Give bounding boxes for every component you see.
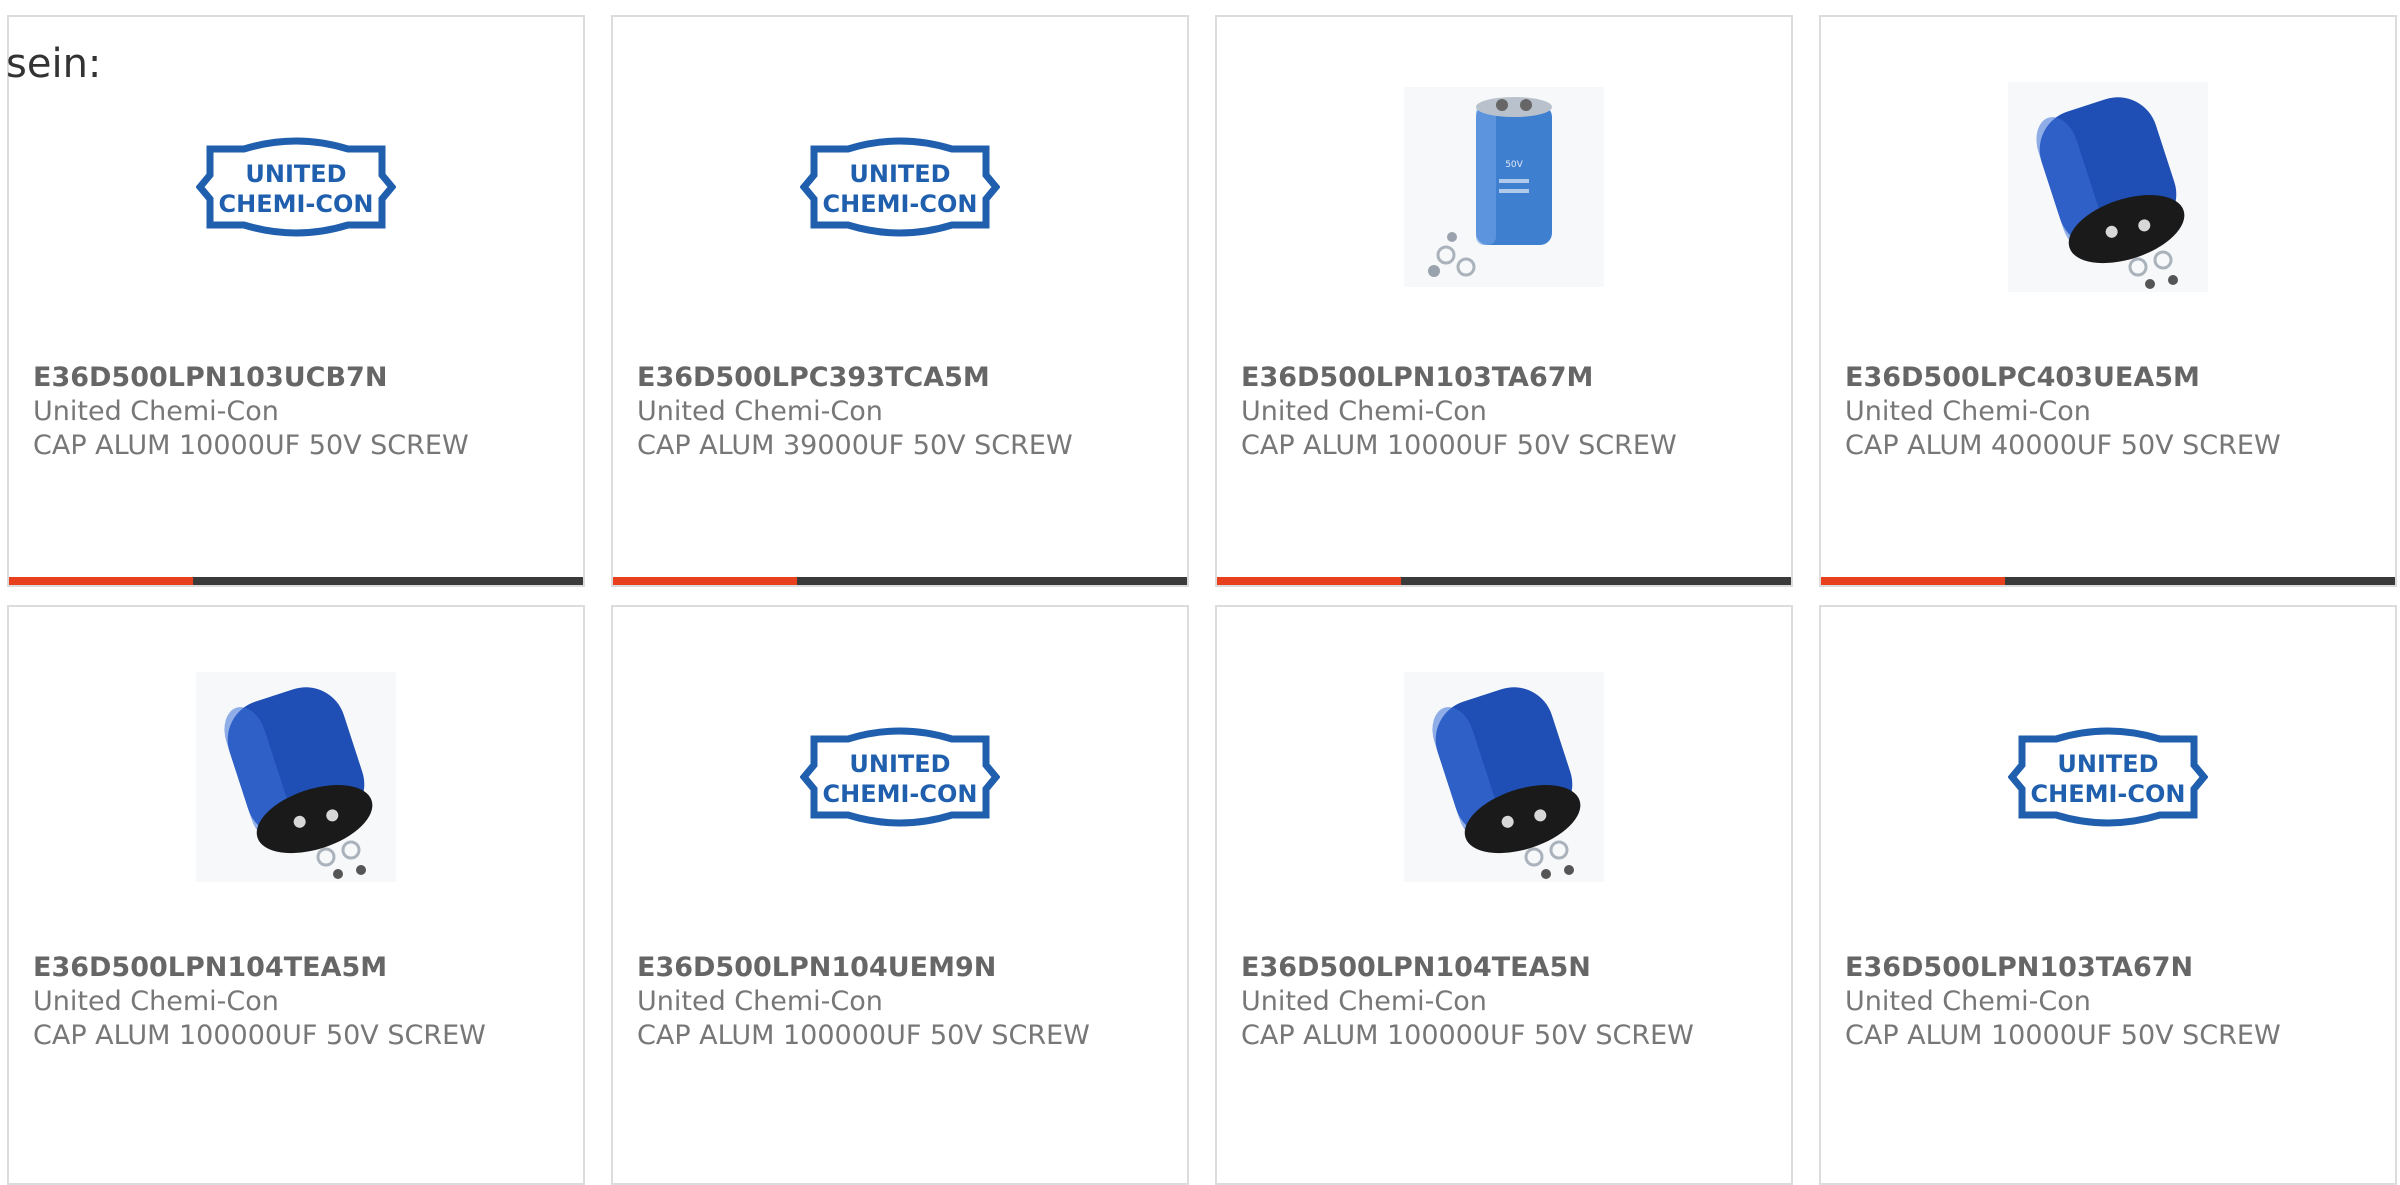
united-chemi-con-logo: UNITED CHEMI-CON [9,72,583,302]
product-card[interactable]: E36D500LPN104TEA5N United Chemi-Con CAP … [1215,605,1793,1185]
product-description: CAP ALUM 10000UF 50V SCREW [1845,1020,2281,1051]
manufacturer: United Chemi-Con [1845,986,2091,1017]
part-number-link[interactable]: E36D500LPN104UEM9N [637,951,1177,985]
logo-line2: CHEMI-CON [2031,780,2186,808]
manufacturer: United Chemi-Con [1241,986,1487,1017]
part-number-link[interactable]: E36D500LPN104TEA5M [33,951,573,985]
product-description: CAP ALUM 39000UF 50V SCREW [637,430,1073,461]
manufacturer: United Chemi-Con [33,396,279,427]
product-info: E36D500LPN103TA67M United Chemi-Con CAP … [1241,361,1781,463]
product-description: CAP ALUM 40000UF 50V SCREW [1845,430,2281,461]
product-info: E36D500LPN104TEA5N United Chemi-Con CAP … [1241,951,1781,1053]
part-number-link[interactable]: E36D500LPN103UCB7N [33,361,573,395]
manufacturer: United Chemi-Con [637,396,883,427]
product-info: E36D500LPC393TCA5M United Chemi-Con CAP … [637,361,1177,463]
card-progress-accent [1821,577,2005,585]
product-card[interactable]: UNITED CHEMI-CON E36D500LPN103TA67N Unit… [1819,605,2397,1185]
united-chemi-con-logo: UNITED CHEMI-CON [613,662,1187,892]
part-number-link[interactable]: E36D500LPN103TA67M [1241,361,1781,395]
product-card[interactable]: 50V E36D500LPN103TA67M United Chemi-Con … [1215,15,1793,587]
capacitor-tilted-photo [1217,662,1791,892]
product-info: E36D500LPN104TEA5M United Chemi-Con CAP … [33,951,573,1053]
product-card[interactable]: UNITED CHEMI-CON E36D500LPC393TCA5M Unit… [611,15,1189,587]
part-number-link[interactable]: E36D500LPC393TCA5M [637,361,1177,395]
manufacturer: United Chemi-Con [1845,396,2091,427]
part-number-link[interactable]: E36D500LPN103TA67N [1845,951,2385,985]
product-info: E36D500LPN104UEM9N United Chemi-Con CAP … [637,951,1177,1053]
capacitor-tilted-photo [9,662,583,892]
product-info: E36D500LPN103TA67N United Chemi-Con CAP … [1845,951,2385,1053]
part-number-link[interactable]: E36D500LPN104TEA5N [1241,951,1781,985]
product-card[interactable]: E36D500LPC403UEA5M United Chemi-Con CAP … [1819,15,2397,587]
card-progress-bar [613,577,1187,585]
product-info: E36D500LPC403UEA5M United Chemi-Con CAP … [1845,361,2385,463]
product-description: CAP ALUM 100000UF 50V SCREW [637,1020,1090,1051]
product-description: CAP ALUM 100000UF 50V SCREW [1241,1020,1694,1051]
united-chemi-con-logo: UNITED CHEMI-CON [1821,662,2395,892]
manufacturer: United Chemi-Con [1241,396,1487,427]
card-progress-bar [1217,577,1791,585]
svg-text:50V: 50V [1505,160,1523,170]
manufacturer: United Chemi-Con [33,986,279,1017]
product-description: CAP ALUM 100000UF 50V SCREW [33,1020,486,1051]
card-progress-accent [9,577,193,585]
card-progress-bar [1821,577,2395,585]
logo-line2: CHEMI-CON [823,190,978,218]
logo-line1: UNITED [245,160,346,188]
logo-line1: UNITED [849,160,950,188]
product-info: E36D500LPN103UCB7N United Chemi-Con CAP … [33,361,573,463]
capacitor-upright-photo: 50V [1217,72,1791,302]
product-description: CAP ALUM 10000UF 50V SCREW [1241,430,1677,461]
product-description: CAP ALUM 10000UF 50V SCREW [33,430,469,461]
capacitor-tilted-photo [1821,72,2395,302]
card-progress-accent [1217,577,1401,585]
logo-line1: UNITED [849,750,950,778]
logo-line1: UNITED [2057,750,2158,778]
card-progress-bar [9,577,583,585]
product-grid: UNITED CHEMI-CON E36D500LPN103UCB7N Unit… [0,0,2400,1185]
product-card[interactable]: UNITED CHEMI-CON E36D500LPN103UCB7N Unit… [7,15,585,587]
manufacturer: United Chemi-Con [637,986,883,1017]
product-card[interactable]: UNITED CHEMI-CON E36D500LPN104UEM9N Unit… [611,605,1189,1185]
part-number-link[interactable]: E36D500LPC403UEA5M [1845,361,2385,395]
united-chemi-con-logo: UNITED CHEMI-CON [613,72,1187,302]
product-card[interactable]: E36D500LPN104TEA5M United Chemi-Con CAP … [7,605,585,1185]
logo-line2: CHEMI-CON [219,190,374,218]
logo-line2: CHEMI-CON [823,780,978,808]
intro-text: sein: [6,41,102,87]
card-progress-accent [613,577,797,585]
